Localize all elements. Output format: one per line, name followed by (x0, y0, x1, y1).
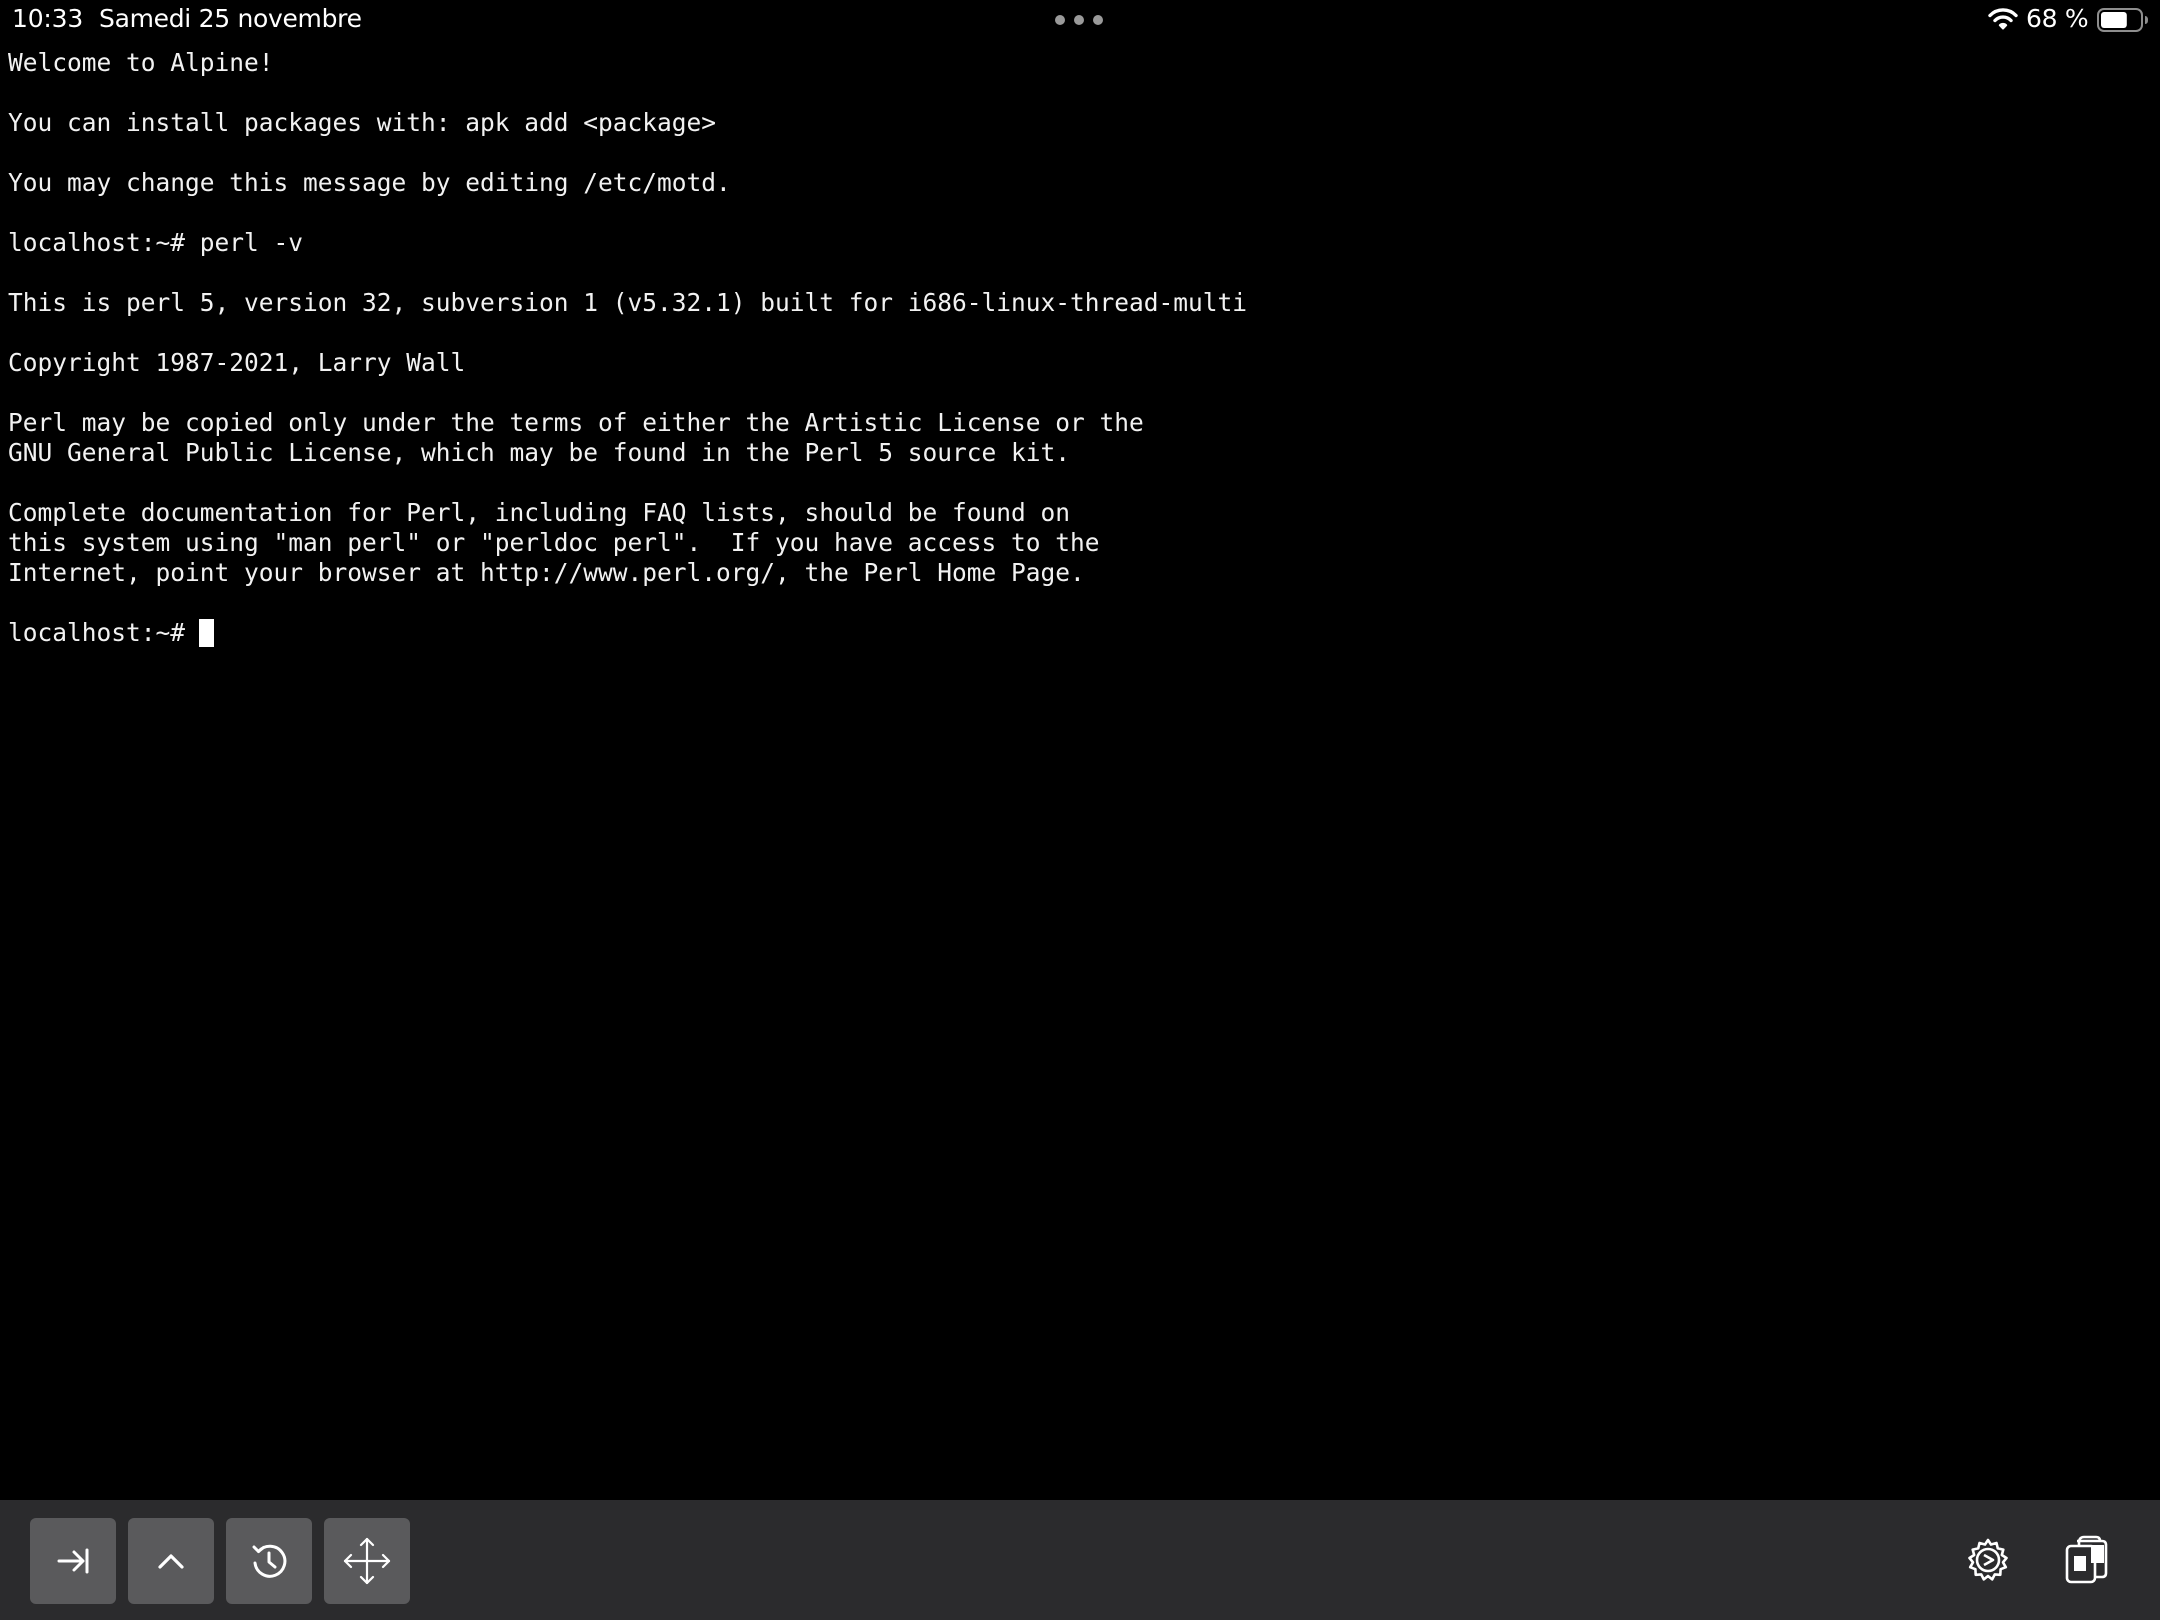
text-cursor (199, 619, 215, 647)
status-time: 10:33 (12, 4, 84, 33)
move-arrows-icon (343, 1537, 391, 1585)
gear-icon (1968, 1538, 2008, 1581)
terminal-prompt: localhost:~# (8, 618, 186, 647)
terminal[interactable]: Welcome to Alpine! You can install packa… (0, 40, 2160, 1500)
wifi-icon (1988, 8, 2018, 30)
battery-percent: 68 % (2026, 4, 2089, 33)
history-icon (252, 1544, 287, 1578)
multitask-dots-icon[interactable] (1055, 13, 1103, 27)
history-button[interactable] (226, 1518, 312, 1604)
paste-button[interactable] (2057, 1530, 2117, 1590)
status-date: Samedi 25 novembre (99, 4, 362, 33)
chevron-up-icon (158, 1554, 184, 1569)
settings-button[interactable] (1958, 1530, 2018, 1590)
control-key-button[interactable] (128, 1518, 214, 1604)
battery-icon (2097, 8, 2148, 32)
terminal-prompt-line[interactable]: localhost:~# (8, 618, 215, 648)
tab-button[interactable] (30, 1518, 116, 1604)
bottom-toolbar (0, 1500, 2160, 1620)
clipboard-icon (2065, 1535, 2108, 1584)
terminal-output: Welcome to Alpine! You can install packa… (8, 48, 1248, 587)
tab-arrow-icon (57, 1548, 89, 1574)
status-bar: 10:33 Samedi 25 novembre 68 % (0, 0, 2160, 40)
arrow-keys-button[interactable] (324, 1518, 410, 1604)
